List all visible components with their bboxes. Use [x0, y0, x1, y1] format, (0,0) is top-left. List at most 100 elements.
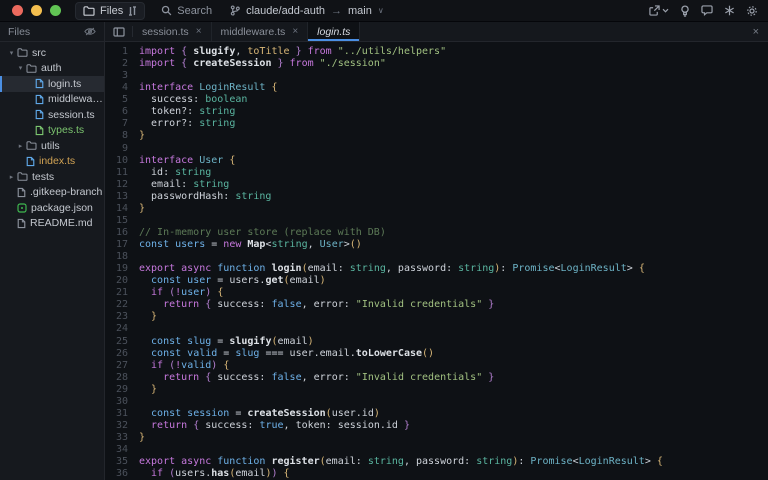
code-line-34[interactable]: 34	[105, 444, 768, 456]
search-button[interactable]: Search	[161, 5, 212, 17]
code-line-33[interactable]: 33}	[105, 432, 768, 444]
code-line-4[interactable]: 4 interface LoginResult {	[105, 82, 768, 94]
project-button[interactable]: Files	[75, 1, 146, 20]
line-number: 21	[115, 287, 128, 299]
line-number: 13	[115, 190, 128, 202]
line-number: 9	[121, 142, 128, 154]
line-content: passwordHash: string	[139, 190, 272, 202]
line-number: 23	[115, 311, 128, 323]
code-line-16[interactable]: 16 // In-memory user store (replace with …	[105, 227, 768, 239]
line-number: 15	[115, 214, 128, 226]
line-number: 5	[121, 94, 128, 106]
line-content: }	[139, 202, 146, 214]
code-line-21[interactable]: 21 if (!user) {	[105, 287, 768, 299]
code-line-18[interactable]: 18	[105, 251, 768, 263]
line-number: 4	[121, 82, 128, 94]
line-content: import { slugify, toTitle } from "../uti…	[139, 46, 447, 57]
tree-item-package.json[interactable]: package.json	[0, 200, 104, 216]
tree-item-index.ts[interactable]: index.ts	[0, 154, 104, 170]
line-content: export async function register(email: st…	[139, 456, 663, 468]
tree-item-auth[interactable]: ▾ auth	[0, 61, 104, 77]
file-icon	[17, 187, 26, 198]
gear-icon	[747, 5, 757, 16]
code-line-35[interactable]: 35 export async function register(email: …	[105, 456, 768, 468]
code-line-7[interactable]: 7 error?: string	[105, 118, 768, 130]
code-line-19[interactable]: 19 export async function login(email: str…	[105, 263, 768, 275]
line-content: interface User {	[139, 154, 236, 166]
code-line-22[interactable]: 22 return { success: false, error: "Inva…	[105, 299, 768, 311]
line-number: 36	[115, 468, 128, 480]
project-panel-toggle-icon[interactable]	[105, 22, 132, 41]
code-line-17[interactable]: 17 const users = new Map<string, User>()	[105, 239, 768, 251]
project-panel: Files ▾ src▾ auth login.ts middleware.ts…	[0, 22, 105, 480]
code-line-28[interactable]: 28 return { success: false, error: "Inva…	[105, 372, 768, 384]
code-editor[interactable]: 1 import { slugify, toTitle } from "../ut…	[105, 42, 768, 480]
tree-item-utils[interactable]: ▸ utils	[0, 138, 104, 154]
tree-item-.gitkeep-branch[interactable]: .gitkeep-branch	[0, 185, 104, 201]
close-window-button[interactable]	[12, 5, 23, 16]
line-content: }	[139, 311, 158, 323]
code-line-14[interactable]: 14}	[105, 203, 768, 215]
code-line-27[interactable]: 27 if (!valid) {	[105, 360, 768, 372]
line-number: 22	[115, 299, 128, 311]
tree-item-session.ts[interactable]: session.ts	[0, 107, 104, 123]
code-line-31[interactable]: 31 const session = createSession(user.id…	[105, 408, 768, 420]
code-line-10[interactable]: 10 interface User {	[105, 155, 768, 167]
line-content: if (users.has(email)) {	[139, 468, 290, 480]
branch-button[interactable]: claude/add-auth → main ∨	[230, 5, 384, 17]
close-tab-icon[interactable]: ×	[196, 26, 202, 37]
code-line-5[interactable]: 5 success: boolean	[105, 94, 768, 106]
share-button[interactable]	[649, 5, 669, 16]
code-line-29[interactable]: 29 }	[105, 384, 768, 396]
tree-item-middleware.ts[interactable]: middleware.ts	[0, 92, 104, 108]
tree-item-label: login.ts	[48, 77, 82, 90]
code-line-1[interactable]: 1 import { slugify, toTitle } from "../ut…	[105, 46, 768, 58]
code-line-30[interactable]: 30	[105, 396, 768, 408]
code-line-2[interactable]: 2 import { createSession } from "./sessio…	[105, 58, 768, 70]
tab-middleware.ts[interactable]: middleware.ts ×	[212, 22, 309, 41]
code-line-8[interactable]: 8}	[105, 130, 768, 142]
code-line-24[interactable]: 24	[105, 323, 768, 335]
close-tab-icon[interactable]: ×	[292, 26, 298, 37]
chat-button[interactable]	[701, 5, 713, 16]
project-panel-header: Files	[0, 22, 104, 42]
code-line-26[interactable]: 26 const valid = slug === user.email.toL…	[105, 348, 768, 360]
tree-item-README.md[interactable]: README.md	[0, 216, 104, 232]
code-line-3[interactable]: 3	[105, 70, 768, 82]
code-line-12[interactable]: 12 email: string	[105, 179, 768, 191]
tab-login.ts[interactable]: login.ts	[308, 22, 361, 41]
assistant-hint-button[interactable]	[680, 4, 690, 17]
settings-button[interactable]	[746, 5, 758, 17]
code-line-23[interactable]: 23 }	[105, 311, 768, 323]
typescript-file-icon	[26, 156, 35, 167]
line-content: return { success: false, error: "Invalid…	[139, 371, 495, 383]
minimize-window-button[interactable]	[31, 5, 42, 16]
line-content: const slug = slugify(email)	[139, 335, 314, 347]
line-number: 6	[121, 106, 128, 118]
tab-label: session.ts	[142, 25, 189, 38]
tab-session.ts[interactable]: session.ts ×	[133, 22, 212, 41]
close-pane-button[interactable]: ×	[744, 22, 768, 41]
tree-item-types.ts[interactable]: types.ts	[0, 123, 104, 139]
code-line-13[interactable]: 13 passwordHash: string	[105, 191, 768, 203]
tree-item-login.ts[interactable]: login.ts	[0, 76, 104, 92]
code-line-11[interactable]: 11 id: string	[105, 167, 768, 179]
code-line-20[interactable]: 20 const user = users.get(email)	[105, 275, 768, 287]
search-icon	[161, 5, 172, 16]
maximize-window-button[interactable]	[50, 5, 61, 16]
tree-item-label: README.md	[30, 217, 93, 230]
command-palette-button[interactable]	[724, 5, 735, 16]
tree-item-label: middleware.ts	[48, 93, 104, 106]
code-line-32[interactable]: 32 return { success: true, token: sessio…	[105, 420, 768, 432]
code-line-36[interactable]: 36 if (users.has(email)) {	[105, 468, 768, 480]
tab-bar: session.ts × middleware.ts × login.ts ×	[105, 22, 768, 42]
eye-icon[interactable]	[84, 27, 96, 36]
layout-columns-icon	[128, 5, 137, 16]
code-line-6[interactable]: 6 token?: string	[105, 106, 768, 118]
code-line-15[interactable]: 15	[105, 215, 768, 227]
tree-item-src[interactable]: ▾ src	[0, 45, 104, 61]
tree-item-tests[interactable]: ▸ tests	[0, 169, 104, 185]
tree-item-label: auth	[41, 62, 62, 75]
code-line-25[interactable]: 25 const slug = slugify(email)	[105, 336, 768, 348]
code-line-9[interactable]: 9	[105, 143, 768, 155]
